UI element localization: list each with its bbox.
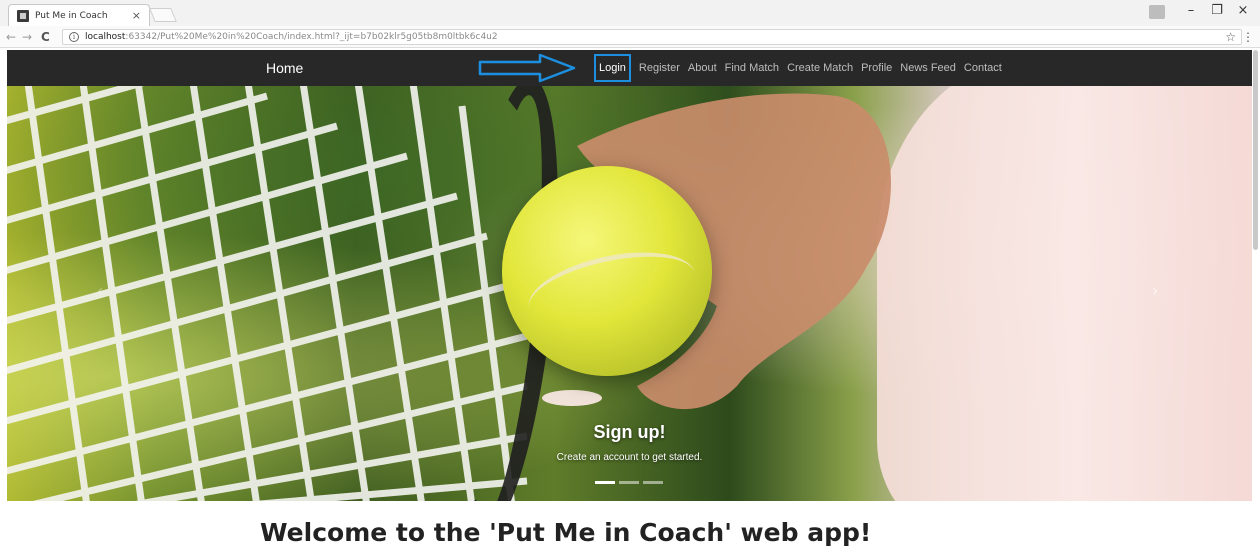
profile-icon[interactable] bbox=[1149, 5, 1165, 19]
annotation-arrow-icon bbox=[478, 53, 576, 83]
reload-button[interactable]: C bbox=[41, 30, 50, 44]
carousel-indicators bbox=[595, 481, 663, 484]
carousel-next-icon[interactable]: › bbox=[1152, 281, 1158, 300]
carousel-indicator[interactable] bbox=[595, 481, 615, 484]
browser-tabstrip: Put Me in Coach × – ❐ × bbox=[0, 0, 1260, 26]
nav-link-register[interactable]: Register bbox=[639, 62, 680, 74]
nav-link-contact[interactable]: Contact bbox=[964, 62, 1002, 74]
tab-close-icon[interactable]: × bbox=[132, 9, 141, 22]
url-host: localhost bbox=[85, 32, 126, 42]
nav-link-news-feed[interactable]: News Feed bbox=[900, 62, 956, 74]
app-favicon-icon bbox=[17, 9, 29, 22]
site-info-icon[interactable]: i bbox=[69, 32, 79, 42]
welcome-heading: Welcome to the 'Put Me in Coach' web app… bbox=[260, 518, 872, 547]
url-path: :63342/Put%20Me%20in%20Coach/index.html?… bbox=[125, 32, 498, 42]
bookmark-star-icon[interactable]: ☆ bbox=[1225, 30, 1236, 44]
navbar-brand-home[interactable]: Home bbox=[266, 60, 303, 76]
carousel-indicator[interactable] bbox=[643, 481, 663, 484]
window-controls: – ❐ × bbox=[1178, 3, 1256, 18]
nav-link-profile[interactable]: Profile bbox=[861, 62, 892, 74]
restore-button[interactable]: ❐ bbox=[1204, 3, 1230, 18]
hero-carousel: ‹ › Sign up! Create an account to get st… bbox=[7, 86, 1252, 501]
back-button[interactable]: ← bbox=[6, 30, 16, 44]
page-scrollbar[interactable] bbox=[1253, 50, 1258, 250]
minimize-button[interactable]: – bbox=[1178, 3, 1204, 18]
carousel-indicator[interactable] bbox=[619, 481, 639, 484]
forward-button[interactable]: → bbox=[22, 30, 32, 44]
browser-tab[interactable]: Put Me in Coach × bbox=[8, 4, 150, 26]
browser-menu-icon[interactable]: ⋮ bbox=[1242, 30, 1254, 44]
tab-title: Put Me in Coach bbox=[35, 10, 108, 21]
url-text: localhost:63342/Put%20Me%20in%20Coach/in… bbox=[85, 32, 498, 42]
new-tab-button[interactable] bbox=[149, 8, 177, 22]
carousel-caption-title: Sign up! bbox=[593, 422, 666, 442]
close-window-button[interactable]: × bbox=[1230, 3, 1256, 18]
nav-link-create-match[interactable]: Create Match bbox=[787, 62, 853, 74]
navbar-links: Login Register About Find Match Create M… bbox=[594, 50, 1002, 86]
site-navbar: Home Login Register About Find Match Cre… bbox=[7, 50, 1252, 86]
nav-link-login[interactable]: Login bbox=[594, 54, 631, 82]
carousel-caption-text: Create an account to get started. bbox=[556, 452, 703, 463]
nav-link-about[interactable]: About bbox=[688, 62, 717, 74]
browser-toolbar: ← → C i localhost:63342/Put%20Me%20in%20… bbox=[0, 26, 1260, 48]
nav-link-find-match[interactable]: Find Match bbox=[725, 62, 779, 74]
carousel-prev-icon[interactable]: ‹ bbox=[97, 281, 103, 300]
address-bar[interactable]: i localhost:63342/Put%20Me%20in%20Coach/… bbox=[62, 29, 1242, 45]
